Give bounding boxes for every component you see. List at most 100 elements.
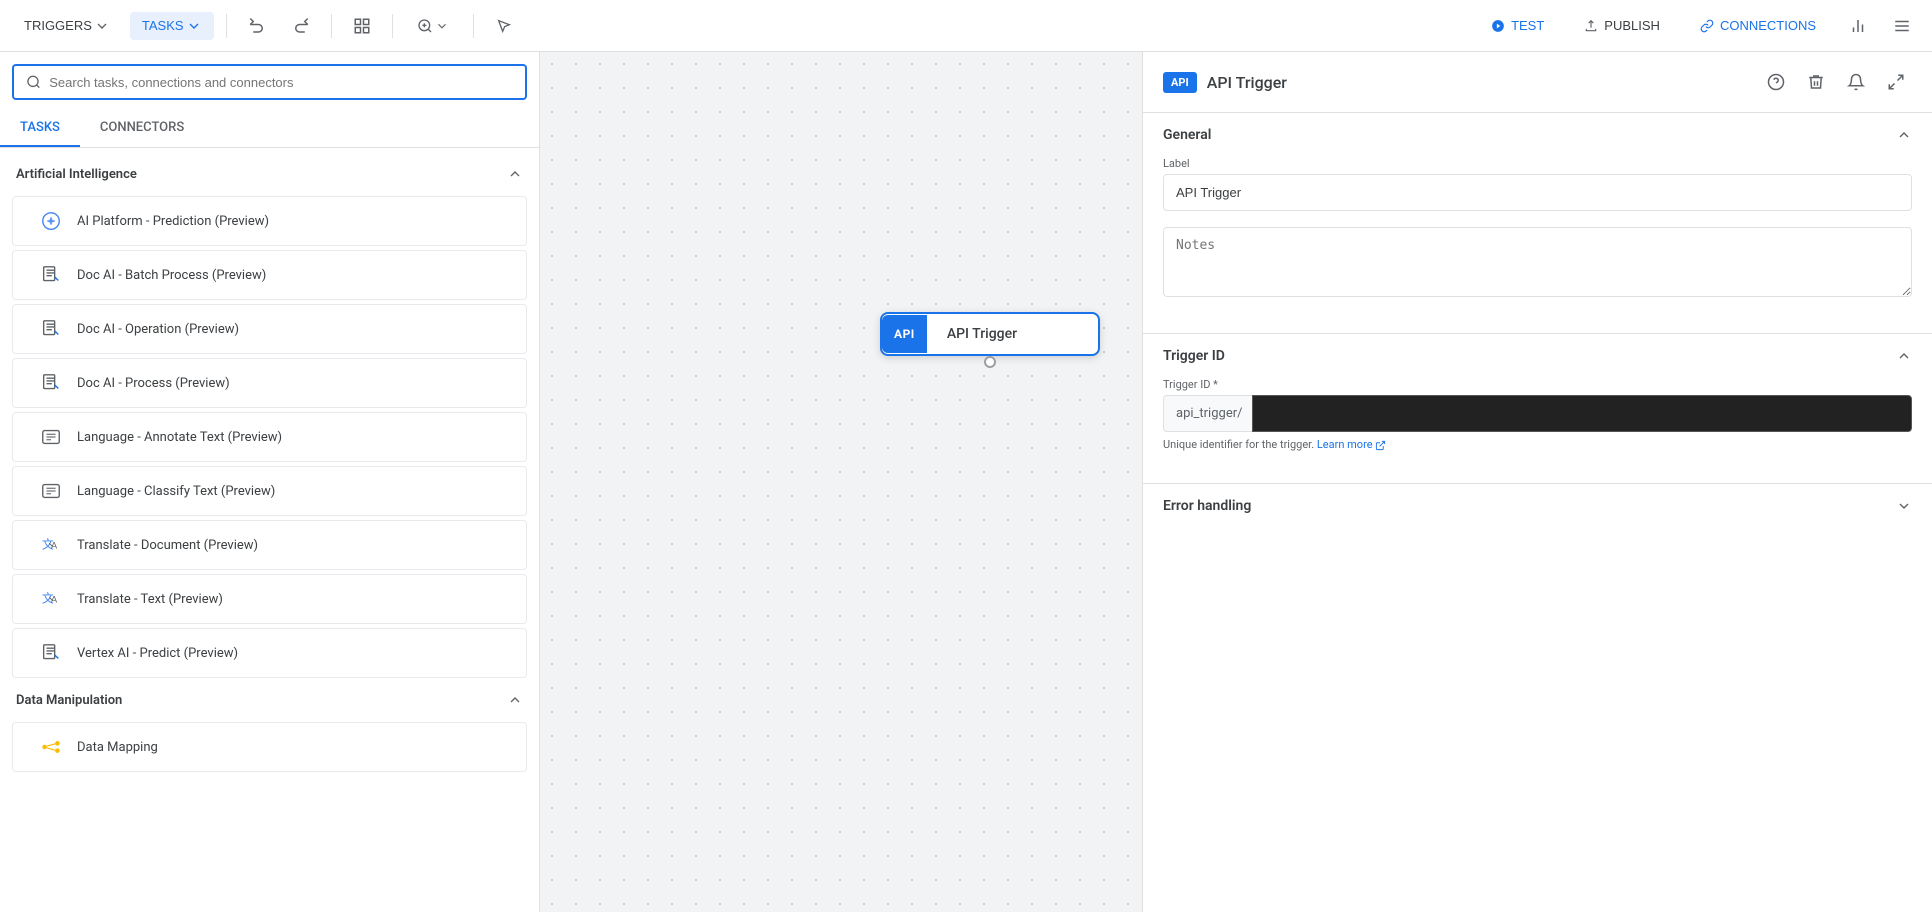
tab-connectors[interactable]: CONNECTORS [80,108,204,147]
task-label-vertex-ai: Vertex AI - Predict (Preview) [77,646,238,661]
search-icon [26,74,41,90]
triggers-dropdown-icon [94,18,110,34]
trigger-id-section-title: Trigger ID [1163,348,1225,364]
task-item-translate-text[interactable]: 文 A Translate - Text (Preview) [12,574,527,624]
triggers-button[interactable]: TRIGGERS [12,12,122,40]
tasks-label: TASKS [142,18,184,33]
right-panel-title: API Trigger [1207,73,1750,92]
trigger-id-section-chevron [1896,348,1912,364]
label-field: Label [1163,157,1912,211]
test-play-icon [1491,19,1505,33]
trigger-id-label: Trigger ID * [1163,378,1912,391]
language-classify-icon [37,477,65,505]
label-field-input[interactable] [1163,174,1912,211]
label-field-label: Label [1163,157,1912,170]
tasks-button[interactable]: TASKS [130,12,214,40]
connections-icon [1700,19,1714,33]
main-layout: TASKS CONNECTORS Artificial Intelligence [0,52,1932,912]
trigger-id-section-header[interactable]: Trigger ID [1143,334,1932,378]
zoom-button[interactable] [405,12,461,40]
search-input[interactable] [49,75,513,90]
task-item-vertex-ai[interactable]: Vertex AI - Predict (Preview) [12,628,527,678]
data-mapping-icon [37,733,65,761]
general-section-title: General [1163,127,1211,143]
redo-button[interactable] [283,8,319,44]
arrange-button[interactable] [344,8,380,44]
task-item-data-mapping[interactable]: Data Mapping [12,722,527,772]
api-trigger-node[interactable]: API API Trigger [880,312,1100,356]
trigger-id-field: Trigger ID * api_trigger/ Unique identif… [1163,378,1912,451]
category-data-label: Data Manipulation [16,693,122,708]
api-trigger-badge: API [882,315,927,353]
task-label-language-classify: Language - Classify Text (Preview) [77,484,275,499]
analytics-button[interactable] [1840,8,1876,44]
canvas-area[interactable]: API API Trigger [540,52,1142,912]
right-panel: API API Trigger General [1142,52,1932,912]
cursor-icon [496,18,512,34]
undo-button[interactable] [239,8,275,44]
category-data-chevron [507,692,523,708]
cursor-button[interactable] [486,8,522,44]
zoom-icon [417,18,433,34]
right-panel-badge: API [1163,72,1197,93]
task-item-translate-doc[interactable]: 文 A Translate - Document (Preview) [12,520,527,570]
redo-icon [292,17,310,35]
trigger-prefix: api_trigger/ [1163,395,1252,432]
doc-ai-operation-icon [37,315,65,343]
api-trigger-connector [984,356,996,368]
task-item-language-classify[interactable]: Language - Classify Text (Preview) [12,466,527,516]
trigger-id-section-content: Trigger ID * api_trigger/ Unique identif… [1143,378,1932,483]
general-section-chevron [1896,127,1912,143]
connections-button[interactable]: CONNECTIONS [1684,11,1832,40]
general-section-content: Label [1143,157,1932,333]
left-panel: TASKS CONNECTORS Artificial Intelligence [0,52,540,912]
task-item-ai-platform[interactable]: AI Platform - Prediction (Preview) [12,196,527,246]
category-ai-header[interactable]: Artificial Intelligence [0,156,539,192]
test-button[interactable]: TEST [1475,11,1560,40]
vertex-ai-icon [37,639,65,667]
help-icon [1767,73,1785,91]
trigger-id-input[interactable] [1252,395,1912,432]
task-label-doc-ai-batch: Doc AI - Batch Process (Preview) [77,268,266,283]
error-handling-section-chevron [1896,498,1912,514]
expand-button[interactable] [1880,66,1912,98]
tab-tasks[interactable]: TASKS [0,108,80,147]
category-ai-label: Artificial Intelligence [16,167,137,182]
menu-icon [1893,17,1911,35]
error-handling-section-title: Error handling [1163,498,1251,514]
translate-doc-icon: 文 A [37,531,65,559]
task-item-doc-ai-process[interactable]: Doc AI - Process (Preview) [12,358,527,408]
trigger-id-row: api_trigger/ [1163,395,1912,432]
help-text: Unique identifier for the trigger. Learn… [1163,438,1912,451]
task-item-doc-ai-batch[interactable]: Doc AI - Batch Process (Preview) [12,250,527,300]
publish-button[interactable]: PUBLISH [1568,11,1676,40]
tasks-dropdown-icon [186,18,202,34]
task-label-ai-platform: AI Platform - Prediction (Preview) [77,214,269,229]
task-item-doc-ai-operation[interactable]: Doc AI - Operation (Preview) [12,304,527,354]
separator-1 [226,14,227,38]
category-data-header[interactable]: Data Manipulation [0,682,539,718]
task-label-doc-ai-operation: Doc AI - Operation (Preview) [77,322,239,337]
general-section-header[interactable]: General [1143,113,1932,157]
notes-textarea[interactable] [1163,227,1912,297]
toolbar-right: TEST PUBLISH CONNECTIONS [1475,8,1920,44]
error-handling-section-header[interactable]: Error handling [1143,484,1932,528]
search-wrap [0,52,539,100]
test-label: TEST [1511,18,1544,33]
category-ai-chevron [507,166,523,182]
help-button[interactable] [1760,66,1792,98]
bell-icon [1847,73,1865,91]
menu-button[interactable] [1884,8,1920,44]
ai-platform-icon [37,207,65,235]
help-text-label: Unique identifier for the trigger. [1163,438,1314,451]
expand-icon [1887,73,1905,91]
doc-ai-process-icon [37,369,65,397]
panel-header-icons [1760,66,1912,98]
task-label-translate-doc: Translate - Document (Preview) [77,538,258,553]
task-item-language-annotate[interactable]: Language - Annotate Text (Preview) [12,412,527,462]
zoom-dropdown-icon [435,19,449,33]
bell-button[interactable] [1840,66,1872,98]
delete-button[interactable] [1800,66,1832,98]
api-trigger-node-label: API Trigger [927,314,1037,354]
learn-more-link[interactable]: Learn more [1317,438,1386,451]
